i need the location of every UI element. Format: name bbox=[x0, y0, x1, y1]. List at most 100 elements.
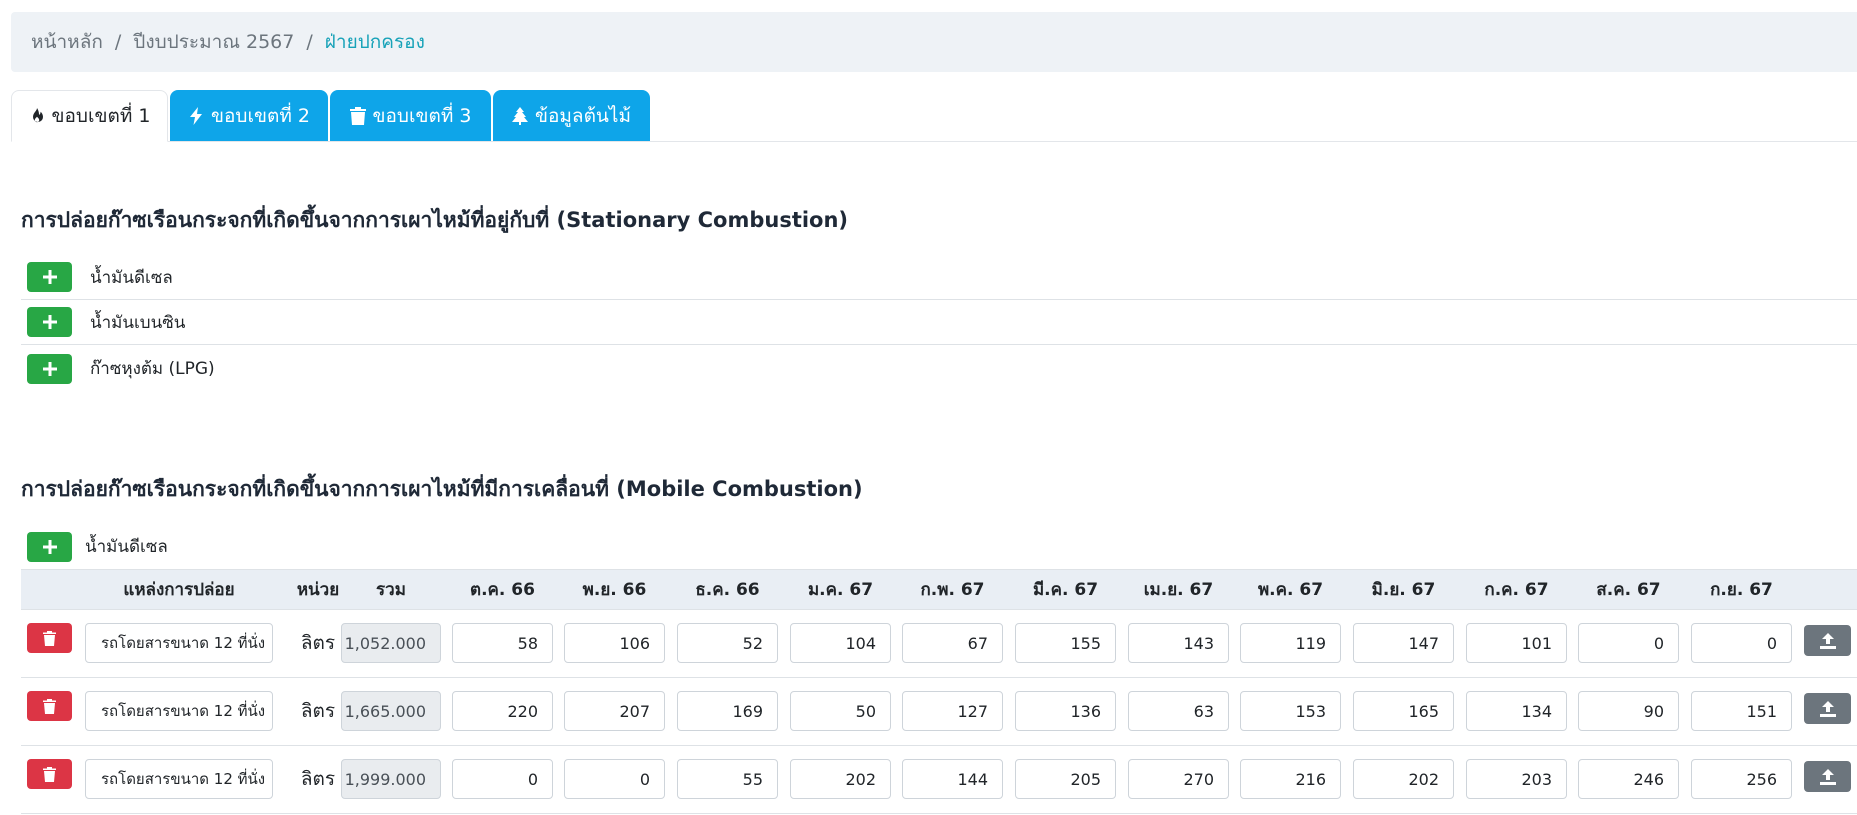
tab-scope-2[interactable]: ขอบเขตที่ 2 bbox=[170, 90, 328, 141]
breadcrumb: หน้าหลัก / ปีงบประมาณ 2567 / ฝ่ายปกครอง bbox=[11, 12, 1857, 72]
month-input[interactable]: 0 bbox=[452, 759, 553, 799]
trash-icon bbox=[349, 106, 366, 125]
header-month: มิ.ย. 67 bbox=[1371, 580, 1436, 600]
month-input[interactable]: 246 bbox=[1578, 759, 1679, 799]
month-input[interactable]: 63 bbox=[1128, 691, 1229, 731]
plus-icon bbox=[42, 315, 57, 329]
month-input[interactable]: 169 bbox=[677, 691, 778, 731]
header-total: รวม bbox=[376, 580, 406, 600]
breadcrumb-budget-year[interactable]: ปีงบประมาณ 2567 bbox=[133, 27, 294, 57]
month-input[interactable]: 256 bbox=[1691, 759, 1792, 799]
total-readonly: 1,665.000 bbox=[341, 691, 441, 731]
tree-icon bbox=[512, 106, 528, 125]
upload-button[interactable] bbox=[1804, 761, 1851, 792]
tab-tree-data[interactable]: ข้อมูลต้นไม้ bbox=[493, 90, 650, 141]
delete-button[interactable] bbox=[27, 759, 72, 789]
month-input[interactable]: 155 bbox=[1015, 623, 1116, 663]
header-month: มี.ค. 67 bbox=[1032, 580, 1099, 600]
month-input[interactable]: 136 bbox=[1015, 691, 1116, 731]
upload-button[interactable] bbox=[1804, 625, 1851, 656]
month-input[interactable]: 207 bbox=[564, 691, 665, 731]
plus-icon bbox=[42, 361, 57, 376]
header-month: พ.ย. 66 bbox=[582, 580, 647, 600]
month-input[interactable]: 151 bbox=[1691, 691, 1792, 731]
plus-icon bbox=[42, 270, 57, 284]
fuel-label: น้ำมันเบนซิน bbox=[90, 312, 186, 333]
month-input[interactable]: 50 bbox=[790, 691, 891, 731]
month-input[interactable]: 202 bbox=[1353, 759, 1454, 799]
month-input[interactable]: 202 bbox=[790, 759, 891, 799]
bolt-icon bbox=[190, 106, 203, 125]
month-input[interactable]: 0 bbox=[1578, 623, 1679, 663]
upload-icon bbox=[1819, 700, 1836, 717]
month-input[interactable]: 52 bbox=[677, 623, 778, 663]
source-input[interactable]: รถโดยสารขนาด 12 ที่นั่ง bbox=[85, 623, 273, 663]
month-input[interactable]: 127 bbox=[902, 691, 1003, 731]
trash-icon bbox=[43, 766, 56, 782]
trash-icon bbox=[43, 698, 56, 714]
source-input[interactable]: รถโดยสารขนาด 12 ที่นั่ง bbox=[85, 759, 273, 799]
tab-label: ข้อมูลต้นไม้ bbox=[535, 104, 631, 127]
scope-tabs: ขอบเขตที่ 1 ขอบเขตที่ 2 ขอบเขตที่ 3 ข้อม… bbox=[11, 90, 1857, 142]
upload-button[interactable] bbox=[1804, 693, 1851, 724]
fuel-label: ก๊าซหุงต้ม (LPG) bbox=[90, 359, 215, 379]
header-month: พ.ค. 67 bbox=[1257, 580, 1324, 600]
header-month: ก.ย. 67 bbox=[1710, 580, 1773, 600]
delete-button[interactable] bbox=[27, 623, 72, 653]
month-input[interactable]: 165 bbox=[1353, 691, 1454, 731]
table-row: รถโดยสารขนาด 12 ที่นั่ง ลิตร 1,665.000 2… bbox=[21, 678, 1857, 746]
month-input[interactable]: 106 bbox=[564, 623, 665, 663]
month-input[interactable]: 147 bbox=[1353, 623, 1454, 663]
tab-label: ขอบเขตที่ 1 bbox=[51, 105, 151, 127]
add-button[interactable] bbox=[27, 531, 72, 562]
breadcrumb-separator: / bbox=[306, 31, 313, 53]
month-input[interactable]: 144 bbox=[902, 759, 1003, 799]
month-input[interactable]: 216 bbox=[1240, 759, 1341, 799]
add-button[interactable] bbox=[27, 353, 72, 384]
header-month: ธ.ค. 66 bbox=[695, 580, 760, 600]
stationary-item-diesel: น้ำมันดีเซล bbox=[21, 255, 1857, 300]
delete-button[interactable] bbox=[27, 691, 72, 721]
add-button[interactable] bbox=[27, 262, 72, 292]
month-input[interactable]: 0 bbox=[1691, 623, 1792, 663]
tab-scope-3[interactable]: ขอบเขตที่ 3 bbox=[330, 90, 491, 141]
table-row: รถโดยสารขนาด 12 ที่นั่ง ลิตร 1,999.000 0… bbox=[21, 746, 1857, 814]
fuel-label: น้ำมันดีเซล bbox=[85, 537, 168, 557]
mobile-table-header: แหล่งการปล่อย หน่วย รวม ต.ค. 66 พ.ย. 66 … bbox=[21, 569, 1857, 610]
mobile-item-diesel: น้ำมันดีเซล bbox=[21, 524, 1857, 569]
month-input[interactable]: 153 bbox=[1240, 691, 1341, 731]
fuel-label: น้ำมันดีเซล bbox=[90, 267, 173, 288]
mobile-section-title: การปล่อยก๊าซเรือนกระจกที่เกิดขึ้นจากการเ… bbox=[21, 477, 863, 501]
month-input[interactable]: 58 bbox=[452, 623, 553, 663]
month-input[interactable]: 203 bbox=[1466, 759, 1567, 799]
stationary-item-gasoline: น้ำมันเบนซิน bbox=[21, 300, 1857, 345]
month-input[interactable]: 90 bbox=[1578, 691, 1679, 731]
total-readonly: 1,999.000 bbox=[341, 759, 441, 799]
month-input[interactable]: 101 bbox=[1466, 623, 1567, 663]
month-input[interactable]: 220 bbox=[452, 691, 553, 731]
month-input[interactable]: 67 bbox=[902, 623, 1003, 663]
tab-scope-1[interactable]: ขอบเขตที่ 1 bbox=[11, 90, 168, 142]
plus-icon bbox=[42, 539, 57, 554]
month-input[interactable]: 119 bbox=[1240, 623, 1341, 663]
fire-icon bbox=[32, 108, 43, 123]
breadcrumb-current: ฝ่ายปกครอง bbox=[324, 31, 425, 53]
header-month: ส.ค. 67 bbox=[1596, 580, 1661, 600]
breadcrumb-separator: / bbox=[114, 31, 122, 53]
month-input[interactable]: 143 bbox=[1128, 623, 1229, 663]
table-row: รถโดยสารขนาด 12 ที่นั่ง ลิตร 1,052.000 5… bbox=[21, 610, 1857, 678]
month-input[interactable]: 270 bbox=[1128, 759, 1229, 799]
header-source: แหล่งการปล่อย bbox=[123, 580, 235, 600]
month-input[interactable]: 55 bbox=[677, 759, 778, 799]
month-input[interactable]: 0 bbox=[564, 759, 665, 799]
breadcrumb-home[interactable]: หน้าหลัก bbox=[31, 27, 103, 57]
month-input[interactable]: 104 bbox=[790, 623, 891, 663]
add-button[interactable] bbox=[27, 307, 72, 337]
month-input[interactable]: 134 bbox=[1466, 691, 1567, 731]
header-month: เม.ย. 67 bbox=[1143, 580, 1214, 600]
tab-label: ขอบเขตที่ 3 bbox=[372, 104, 472, 127]
upload-icon bbox=[1819, 768, 1836, 785]
source-input[interactable]: รถโดยสารขนาด 12 ที่นั่ง bbox=[85, 691, 273, 731]
trash-icon bbox=[43, 630, 56, 646]
month-input[interactable]: 205 bbox=[1015, 759, 1116, 799]
